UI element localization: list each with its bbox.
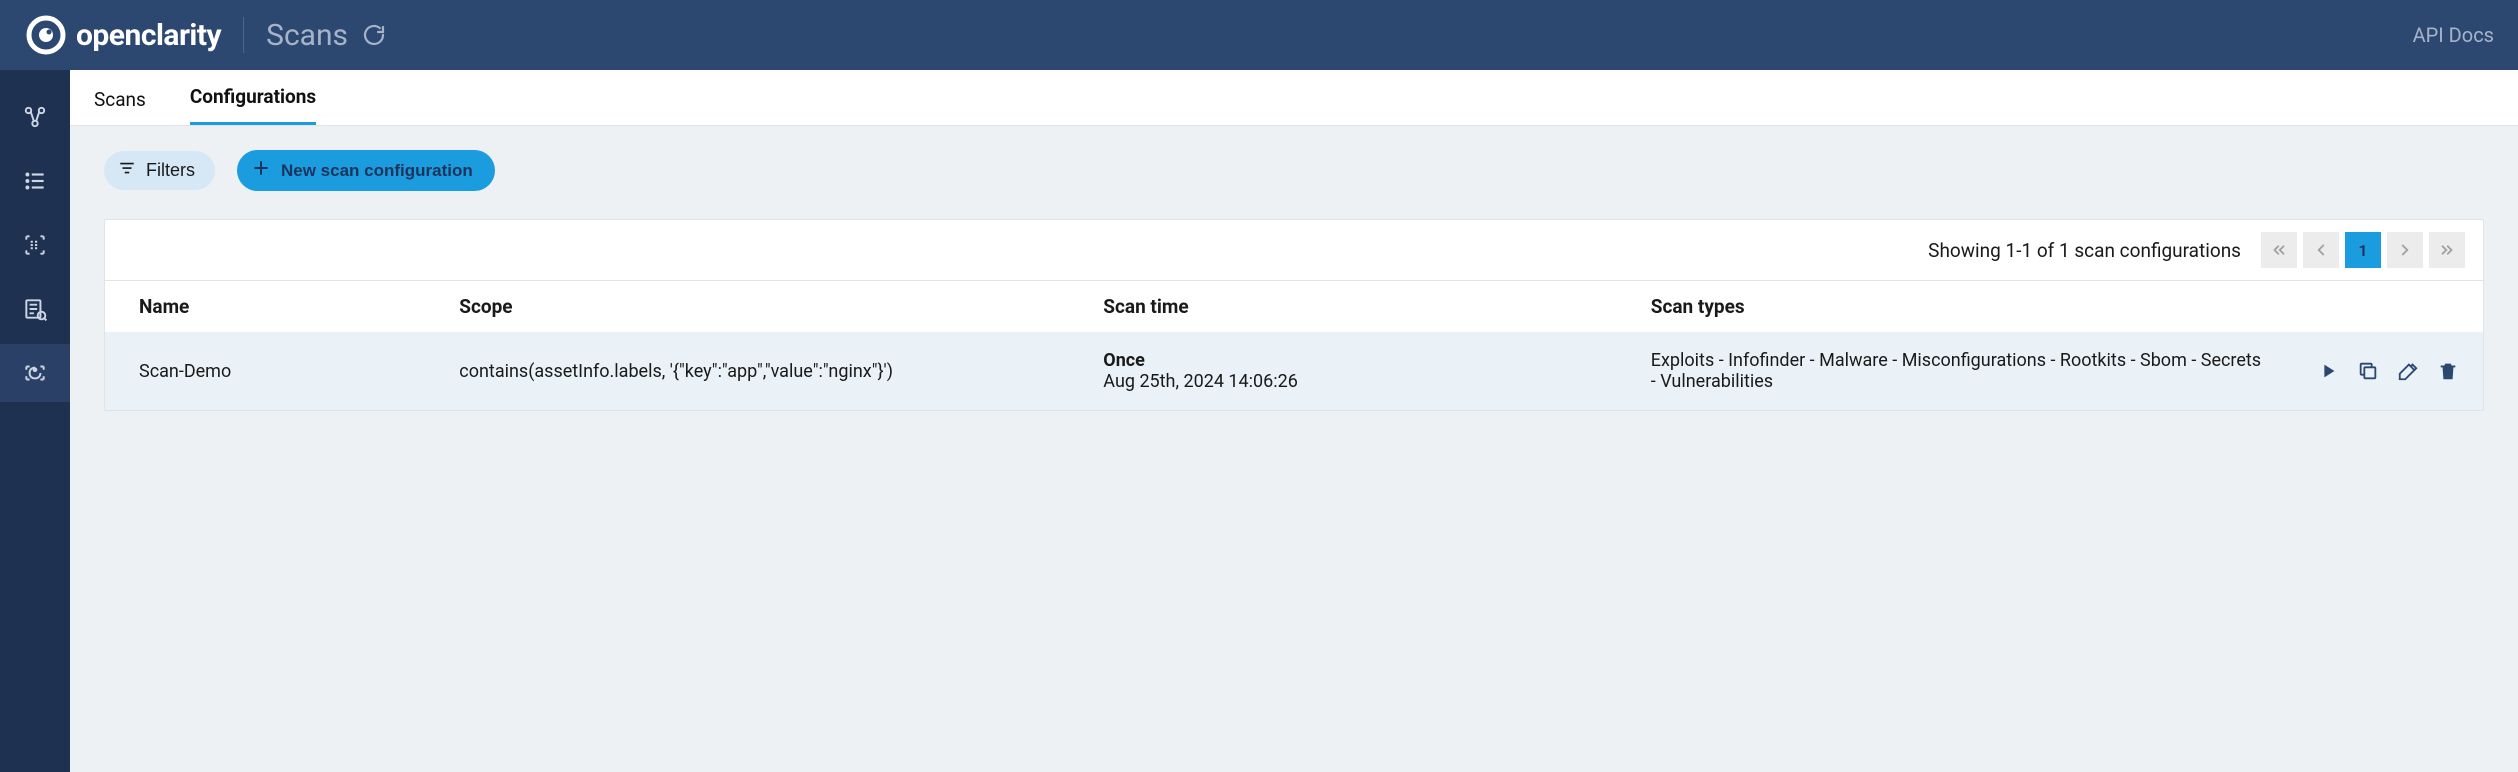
main-content: Scans Configurations Filters New scan co… (70, 70, 2518, 772)
table-header-bar: Showing 1-1 of 1 scan configurations 1 (105, 220, 2483, 281)
tabs: Scans Configurations (70, 70, 2518, 126)
configurations-table: Name Scope Scan time Scan types Scan-Dem… (105, 281, 2483, 410)
table-card: Showing 1-1 of 1 scan configurations 1 (104, 219, 2484, 411)
edit-action[interactable] (2397, 360, 2419, 382)
row-actions (2317, 360, 2465, 382)
run-action[interactable] (2317, 360, 2339, 382)
sidebar-item-scans[interactable] (0, 344, 70, 402)
refresh-icon[interactable] (362, 23, 386, 47)
cell-scan-types: Exploits - Infofinder - Malware - Miscon… (1617, 332, 2283, 410)
col-scan-types: Scan types (1617, 281, 2283, 332)
breadcrumb: Scans (266, 18, 386, 53)
col-scope: Scope (425, 281, 1069, 332)
sidebar-item-list[interactable] (0, 152, 70, 210)
cell-scope: contains(assetInfo.labels, '{"key":"app"… (425, 332, 1069, 410)
scan-time-timestamp: Aug 25th, 2024 14:06:26 (1103, 371, 1298, 392)
eye-logo-icon (24, 13, 68, 57)
filters-label: Filters (146, 160, 195, 181)
table-row[interactable]: Scan-Demo contains(assetInfo.labels, '{"… (105, 332, 2483, 410)
pagination: 1 (2261, 232, 2465, 268)
brand-logo[interactable]: openclarity (24, 13, 221, 57)
breadcrumb-label: Scans (266, 18, 348, 53)
sidebar-item-reports[interactable] (0, 280, 70, 338)
sidebar-item-dashboard[interactable] (0, 88, 70, 146)
brand-text: openclarity (76, 18, 221, 53)
duplicate-action[interactable] (2357, 360, 2379, 382)
cell-scan-time: Once Aug 25th, 2024 14:06:26 (1069, 332, 1616, 410)
page-prev-button[interactable] (2303, 232, 2339, 268)
toolbar: Filters New scan configuration (70, 126, 2518, 201)
cell-name: Scan-Demo (105, 332, 425, 410)
plus-icon (251, 158, 271, 183)
page-number-current[interactable]: 1 (2345, 232, 2381, 268)
sidebar-item-scan-queue[interactable] (0, 216, 70, 274)
page-next-button[interactable] (2387, 232, 2423, 268)
tab-scans[interactable]: Scans (94, 88, 146, 125)
showing-text: Showing 1-1 of 1 scan configurations (1928, 239, 2241, 262)
col-scan-time: Scan time (1069, 281, 1616, 332)
header-divider (243, 17, 244, 53)
new-scan-label: New scan configuration (281, 161, 473, 181)
page-last-button[interactable] (2429, 232, 2465, 268)
filters-button[interactable]: Filters (104, 151, 215, 190)
api-docs-link[interactable]: API Docs (2413, 23, 2494, 47)
delete-action[interactable] (2437, 360, 2459, 382)
new-scan-config-button[interactable]: New scan configuration (237, 150, 495, 191)
col-name: Name (105, 281, 425, 332)
scan-time-mode: Once (1103, 350, 1598, 371)
tab-configurations[interactable]: Configurations (190, 85, 316, 125)
top-header: openclarity Scans API Docs (0, 0, 2518, 70)
sidebar (0, 70, 70, 772)
filter-icon (118, 159, 136, 182)
page-first-button[interactable] (2261, 232, 2297, 268)
